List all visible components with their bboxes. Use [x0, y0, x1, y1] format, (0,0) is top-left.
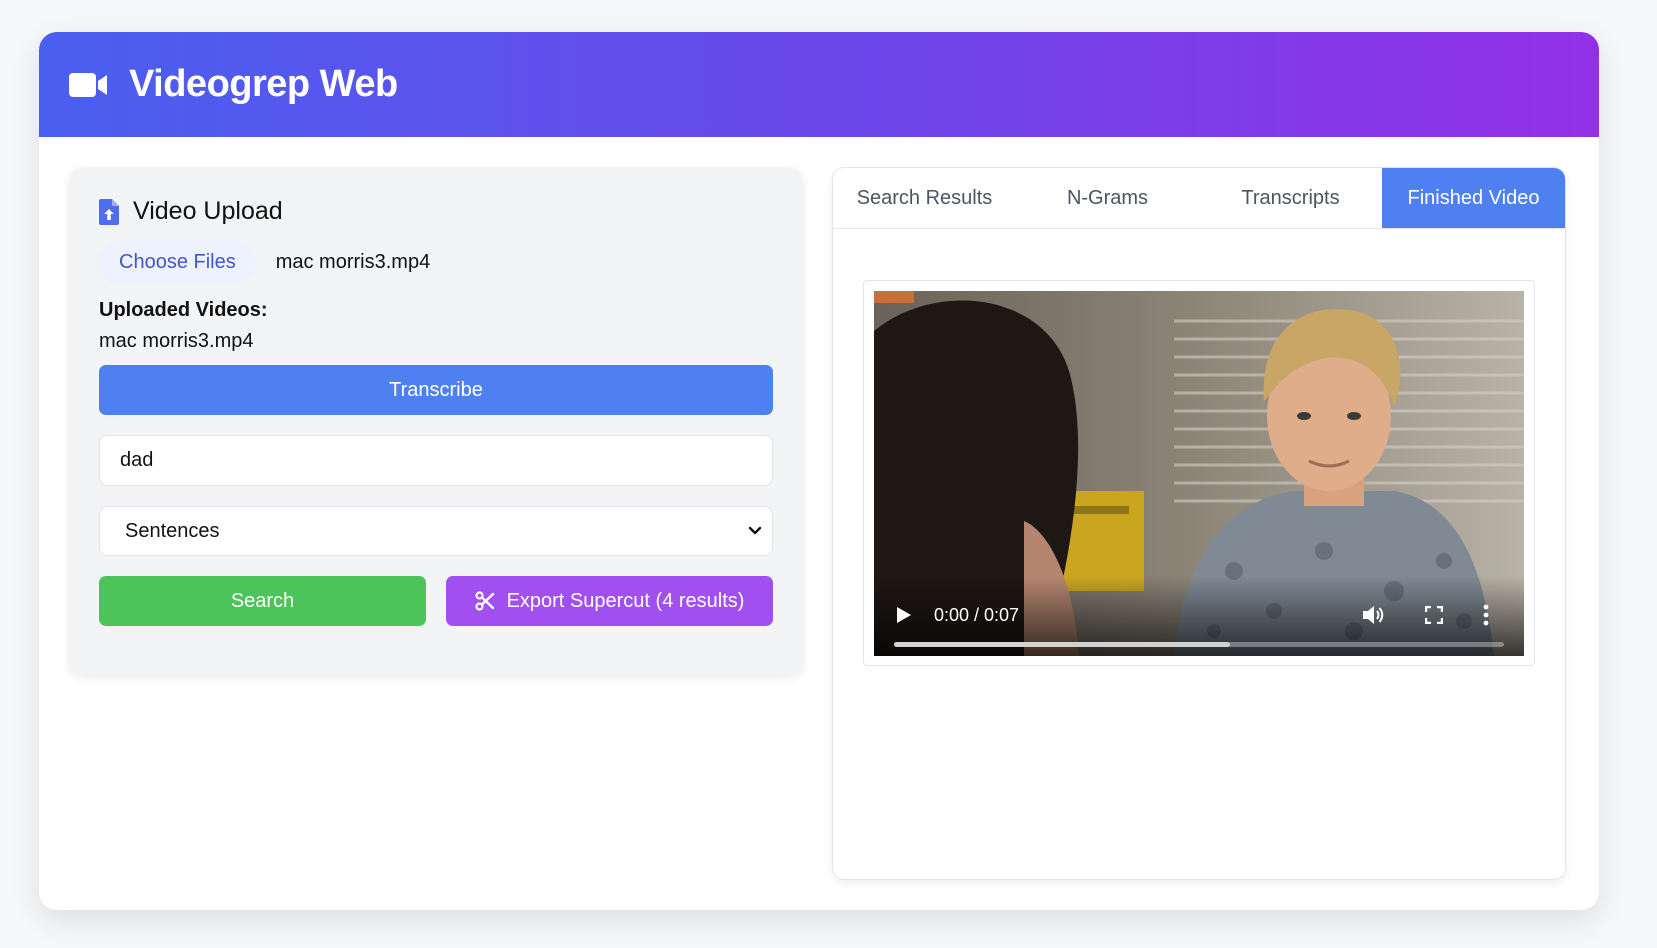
app-title: Videogrep Web — [129, 63, 398, 105]
app-window: Videogrep Web Video Upload Choose Files … — [39, 32, 1599, 910]
video-progress-bar[interactable] — [894, 642, 1504, 647]
panel-title-text: Video Upload — [133, 197, 283, 225]
results-tabs: Search Results N-Grams Transcripts Finis… — [833, 168, 1565, 229]
video-player[interactable]: 0:00 / 0:07 — [874, 291, 1524, 656]
file-upload-icon — [99, 198, 119, 225]
search-button[interactable]: Search — [99, 576, 426, 626]
tab-search-results[interactable]: Search Results — [833, 168, 1016, 228]
choose-files-button[interactable]: Choose Files — [99, 240, 256, 285]
tab-n-grams[interactable]: N-Grams — [1016, 168, 1199, 228]
selected-file-name: mac morris3.mp4 — [275, 251, 431, 273]
chevron-down-icon — [748, 526, 762, 535]
video-time-display: 0:00 / 0:07 — [934, 605, 1020, 625]
transcribe-button[interactable]: Transcribe — [99, 365, 773, 415]
search-type-select[interactable]: Sentences — [99, 506, 773, 556]
more-options-icon[interactable] — [1483, 604, 1489, 626]
panel-title: Video Upload — [99, 197, 773, 226]
video-camera-icon — [69, 72, 107, 97]
scissors-icon — [474, 591, 494, 611]
app-header: Videogrep Web — [39, 32, 1599, 137]
uploaded-video-item: mac morris3.mp4 — [99, 330, 254, 352]
file-picker: Choose Files mac morris3.mp4 — [99, 240, 773, 285]
tab-finished-video[interactable]: Finished Video — [1382, 168, 1565, 228]
video-controls: 0:00 / 0:07 — [874, 576, 1524, 656]
export-supercut-button[interactable]: Export Supercut (4 results) — [446, 576, 773, 626]
results-panel: Search Results N-Grams Transcripts Finis… — [832, 167, 1566, 880]
tab-transcripts[interactable]: Transcripts — [1199, 168, 1382, 228]
search-type-selected: Sentences — [125, 519, 220, 542]
video-container: 0:00 / 0:07 — [863, 280, 1535, 666]
search-query-input[interactable] — [99, 435, 773, 486]
play-icon[interactable] — [896, 606, 912, 624]
fullscreen-icon[interactable] — [1425, 606, 1443, 624]
export-supercut-label: Export Supercut (4 results) — [506, 589, 745, 612]
volume-icon[interactable] — [1362, 604, 1386, 626]
uploaded-videos-label: Uploaded Videos: — [99, 299, 268, 321]
video-progress-fill — [894, 642, 1230, 647]
video-upload-panel: Video Upload Choose Files mac morris3.mp… — [69, 167, 803, 674]
